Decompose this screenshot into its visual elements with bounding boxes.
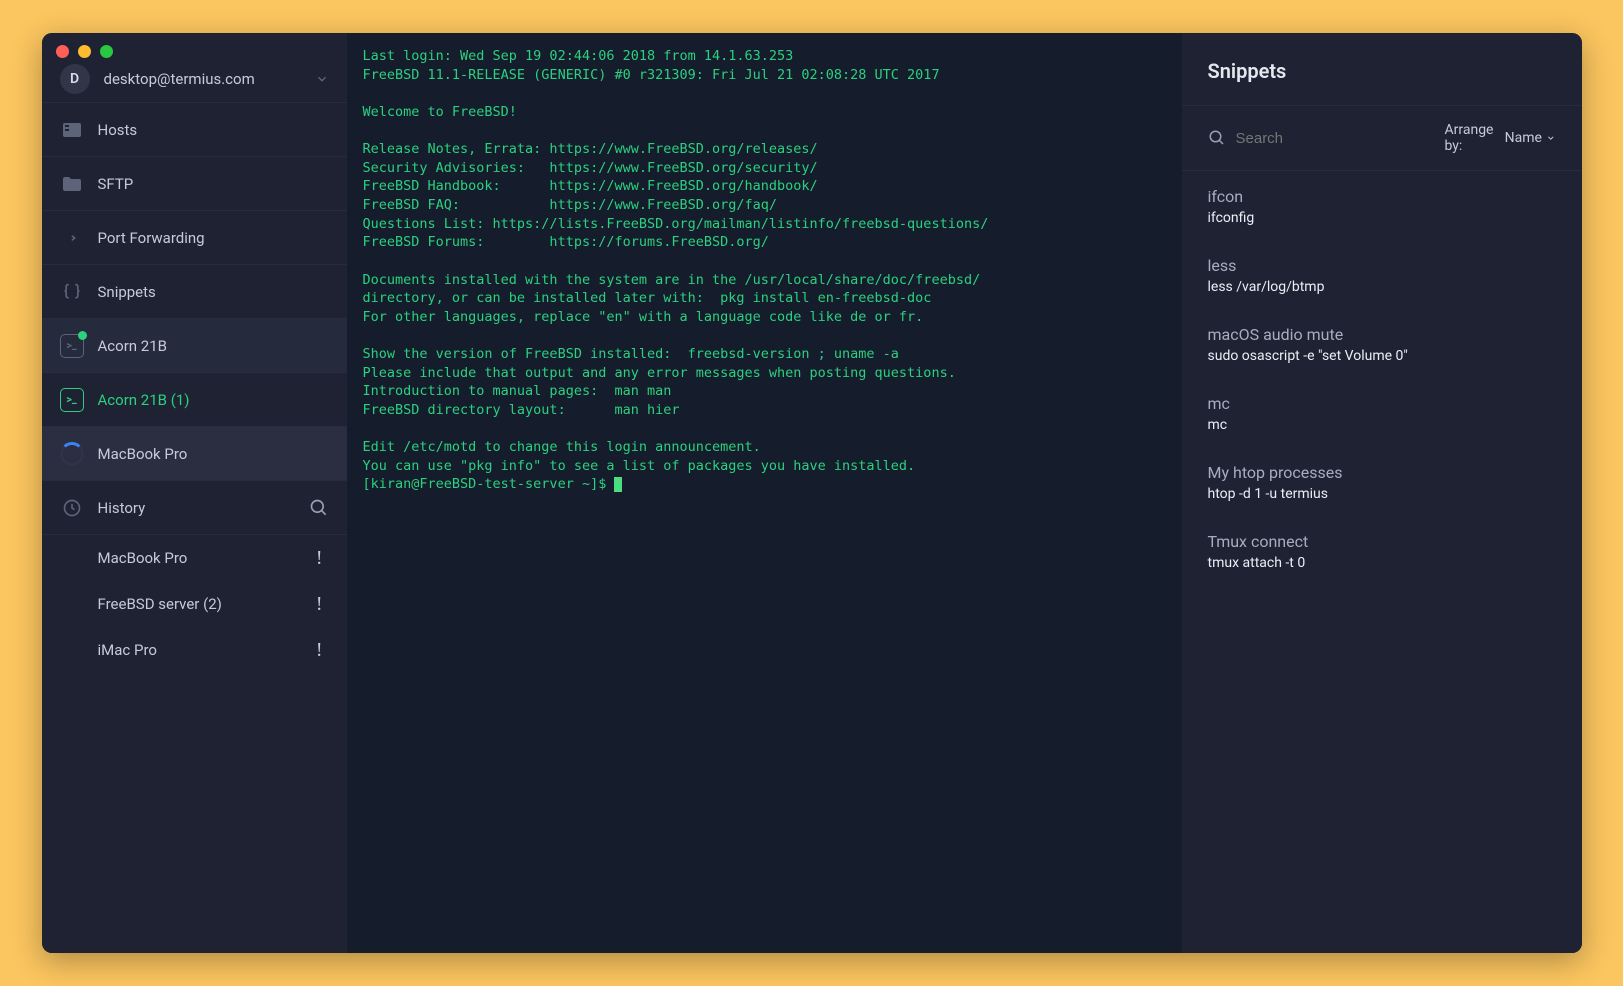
snippet-cmd: less /var/log/btmp bbox=[1208, 279, 1556, 295]
session-label: MacBook Pro bbox=[98, 445, 188, 463]
folder-icon bbox=[60, 172, 84, 196]
history-item[interactable]: iMac Pro ! bbox=[42, 627, 347, 673]
session-label: Acorn 21B bbox=[98, 337, 168, 355]
snippet-name: Tmux connect bbox=[1208, 532, 1556, 551]
history-item-label: iMac Pro bbox=[98, 641, 157, 659]
forward-icon bbox=[60, 226, 84, 250]
snippet-item[interactable]: ifcon ifconfig bbox=[1182, 171, 1582, 240]
alert-icon: ! bbox=[316, 593, 323, 616]
nav-label: Snippets bbox=[98, 283, 156, 301]
terminal-icon: >_ bbox=[60, 388, 84, 412]
braces-icon bbox=[60, 280, 84, 304]
history-item[interactable]: MacBook Pro ! bbox=[42, 535, 347, 581]
snippet-cmd: tmux attach -t 0 bbox=[1208, 555, 1556, 571]
terminal-pane[interactable]: Last login: Wed Sep 19 02:44:06 2018 fro… bbox=[347, 33, 1182, 953]
arrange-by-dropdown[interactable]: Arrange by: Name bbox=[1445, 122, 1556, 154]
history-icon bbox=[60, 496, 84, 520]
snippet-name: macOS audio mute bbox=[1208, 325, 1556, 344]
chevron-down-icon bbox=[1546, 132, 1556, 144]
session-macbook-pro[interactable]: MacBook Pro bbox=[42, 427, 347, 481]
terminal-prompt: [kiran@FreeBSD-test-server ~]$ bbox=[363, 476, 615, 492]
snippet-name: My htop processes bbox=[1208, 463, 1556, 482]
nav-snippets[interactable]: Snippets bbox=[42, 265, 347, 319]
snippet-cmd: htop -d 1 -u termius bbox=[1208, 486, 1556, 502]
app-window: D desktop@termius.com Hosts SFTP Port Fo… bbox=[42, 33, 1582, 953]
snippets-panel: Snippets Arrange by: Name ifcon ifconfig… bbox=[1182, 33, 1582, 953]
snippet-item[interactable]: macOS audio mute sudo osascript -e "set … bbox=[1182, 309, 1582, 378]
alert-icon: ! bbox=[316, 639, 323, 662]
snippet-name: mc bbox=[1208, 394, 1556, 413]
cursor-icon bbox=[614, 477, 622, 492]
nav-label: Hosts bbox=[98, 121, 138, 139]
session-acorn-21b-1[interactable]: >_ Acorn 21B (1) bbox=[42, 373, 347, 427]
snippet-name: less bbox=[1208, 256, 1556, 275]
search-icon bbox=[1208, 129, 1226, 147]
nav-sftp[interactable]: SFTP bbox=[42, 157, 347, 211]
alert-icon: ! bbox=[316, 547, 323, 570]
snippet-item[interactable]: less less /var/log/btmp bbox=[1182, 240, 1582, 309]
minimize-icon[interactable] bbox=[78, 45, 91, 58]
history-item-label: FreeBSD server (2) bbox=[98, 595, 222, 613]
session-acorn-21b[interactable]: >_ Acorn 21B bbox=[42, 319, 347, 373]
session-label: Acorn 21B (1) bbox=[98, 391, 190, 409]
snippet-name: ifcon bbox=[1208, 187, 1556, 206]
arrange-label: Arrange by: bbox=[1445, 122, 1501, 154]
search-icon[interactable] bbox=[309, 498, 329, 518]
account-email: desktop@termius.com bbox=[104, 70, 255, 88]
panel-title: Snippets bbox=[1182, 33, 1582, 106]
nav-port-forwarding[interactable]: Port Forwarding bbox=[42, 211, 347, 265]
nav-hosts[interactable]: Hosts bbox=[42, 103, 347, 157]
snippet-item[interactable]: Tmux connect tmux attach -t 0 bbox=[1182, 516, 1582, 585]
maximize-icon[interactable] bbox=[100, 45, 113, 58]
close-icon[interactable] bbox=[56, 45, 69, 58]
terminal-icon: >_ bbox=[60, 334, 84, 358]
terminal-output: Last login: Wed Sep 19 02:44:06 2018 fro… bbox=[363, 48, 989, 474]
account-row[interactable]: D desktop@termius.com bbox=[42, 33, 347, 103]
snippet-item[interactable]: My htop processes htop -d 1 -u termius bbox=[1182, 447, 1582, 516]
arrange-value: Name bbox=[1505, 130, 1542, 146]
snippet-cmd: ifconfig bbox=[1208, 210, 1556, 226]
sidebar: D desktop@termius.com Hosts SFTP Port Fo… bbox=[42, 33, 347, 953]
hosts-icon bbox=[60, 118, 84, 142]
panel-filter-row: Arrange by: Name bbox=[1182, 106, 1582, 171]
snippet-item[interactable]: mc mc bbox=[1182, 378, 1582, 447]
chevron-down-icon bbox=[315, 72, 329, 86]
history-label: History bbox=[98, 499, 146, 517]
snippet-cmd: mc bbox=[1208, 417, 1556, 433]
loading-spinner-icon bbox=[60, 442, 84, 466]
history-item-label: MacBook Pro bbox=[98, 549, 188, 567]
snippet-cmd: sudo osascript -e "set Volume 0" bbox=[1208, 348, 1556, 364]
nav-history[interactable]: History bbox=[42, 481, 347, 535]
window-controls bbox=[56, 45, 113, 58]
nav-label: SFTP bbox=[98, 175, 134, 193]
avatar: D bbox=[60, 64, 90, 94]
snippet-search-input[interactable] bbox=[1236, 130, 1435, 147]
history-item[interactable]: FreeBSD server (2) ! bbox=[42, 581, 347, 627]
nav-label: Port Forwarding bbox=[98, 229, 205, 247]
